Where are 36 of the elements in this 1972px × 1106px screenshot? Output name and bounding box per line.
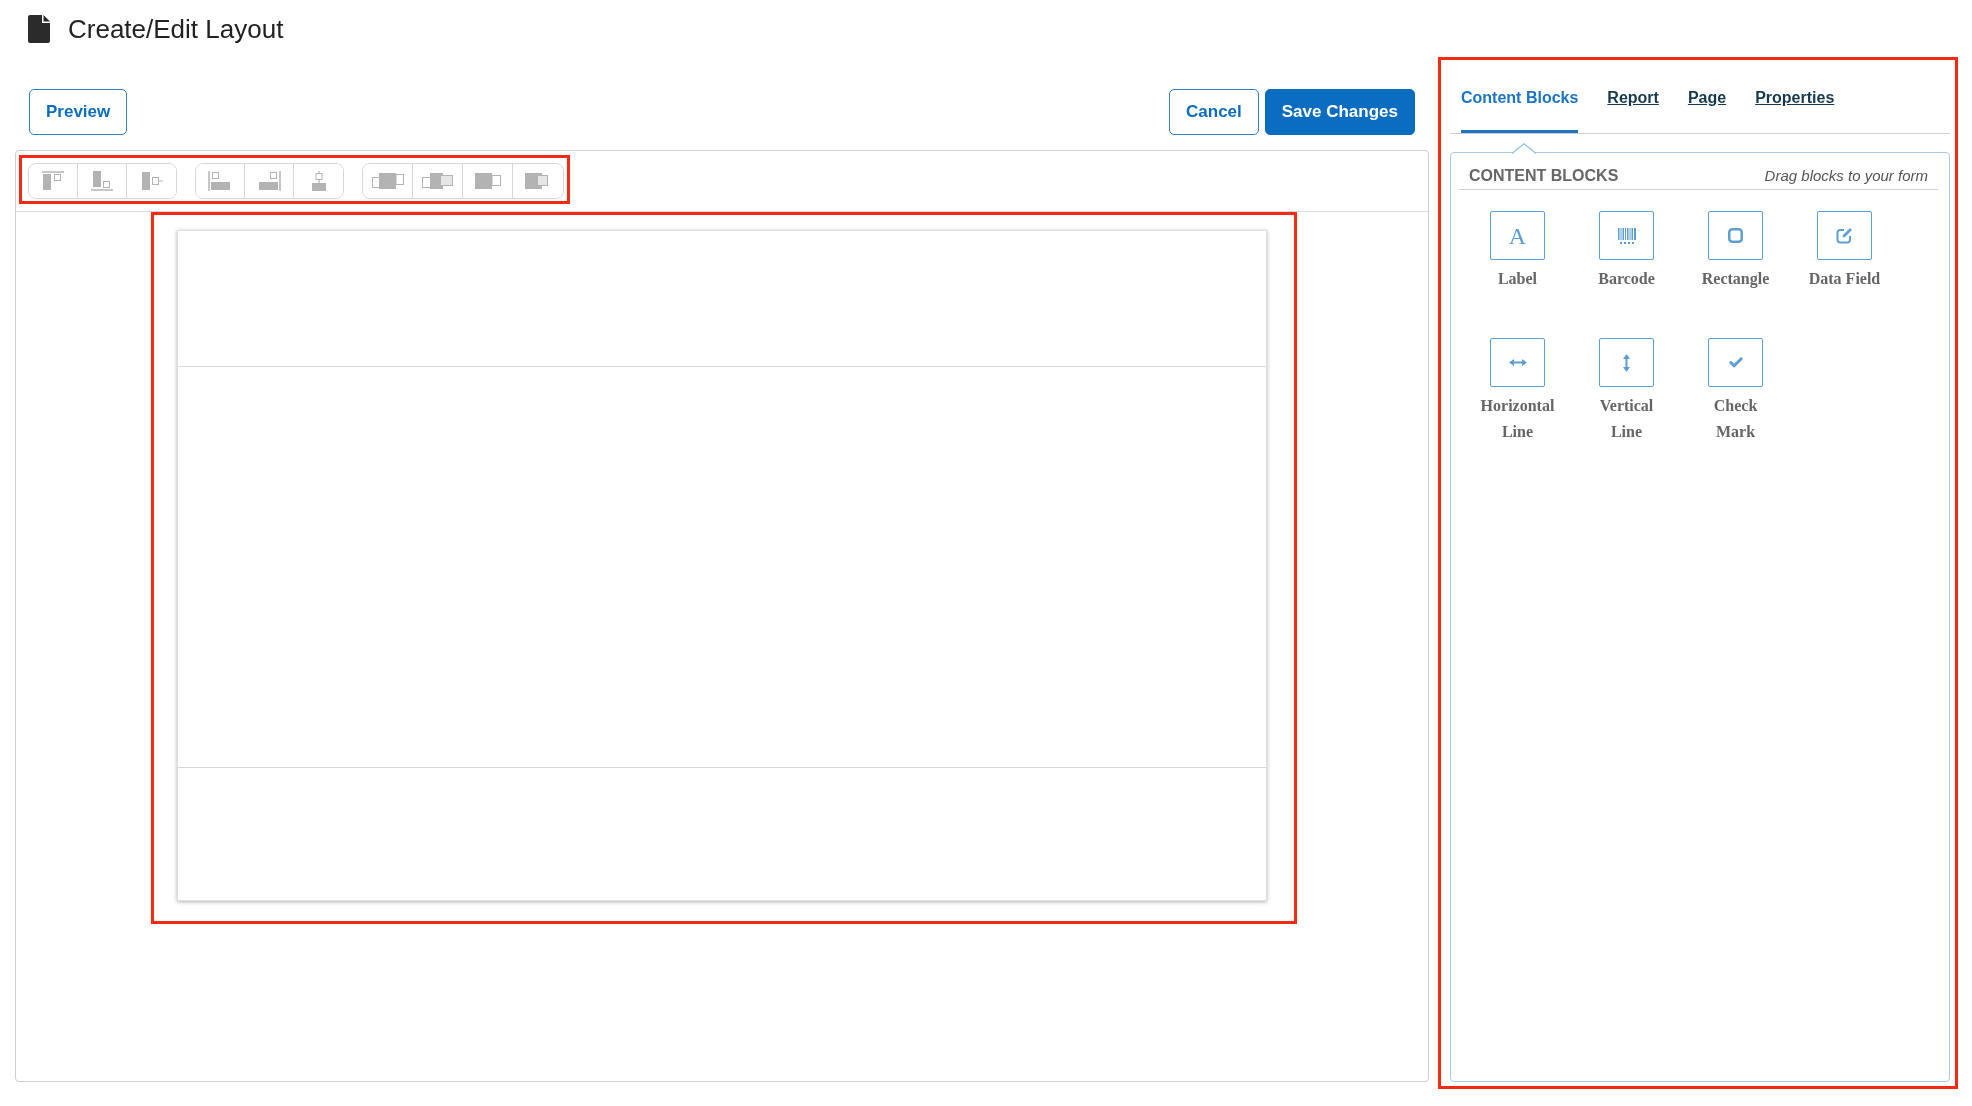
page-title: Create/Edit Layout bbox=[68, 12, 284, 45]
content-block[interactable]: Rectangle bbox=[1694, 211, 1777, 292]
align-top-icon bbox=[41, 171, 65, 191]
edit-icon bbox=[1817, 211, 1872, 260]
align-right-icon bbox=[257, 171, 281, 191]
checkmark-icon bbox=[1708, 338, 1763, 387]
tab[interactable]: Page bbox=[1687, 60, 1727, 133]
hint-text: Drag blocks to your form bbox=[1764, 166, 1928, 186]
save-button[interactable]: Save Changes bbox=[1264, 89, 1415, 135]
content-block[interactable]: Barcode bbox=[1585, 211, 1668, 292]
content-block[interactable]: Check Mark bbox=[1694, 338, 1777, 445]
tab[interactable]: Content Blocks bbox=[1461, 60, 1579, 133]
content-block[interactable]: Vertical Line bbox=[1585, 338, 1668, 445]
section-heading: CONTENT BLOCKS bbox=[1469, 166, 1619, 186]
shapes-stacked-icon bbox=[525, 172, 551, 190]
shapes-overlap-icon bbox=[421, 172, 454, 190]
action-button[interactable]: Preview bbox=[29, 89, 128, 135]
square-icon bbox=[1708, 211, 1763, 260]
content-block[interactable]: A Label bbox=[1476, 211, 1559, 292]
letter-icon: A bbox=[1490, 211, 1545, 260]
toolbar-button[interactable] bbox=[363, 164, 413, 198]
toolbar-button[interactable] bbox=[29, 164, 78, 198]
shapes-adjacent-icon bbox=[474, 172, 501, 190]
toolbar-button[interactable] bbox=[196, 164, 245, 198]
align-middle-icon bbox=[139, 171, 164, 191]
barcode-icon bbox=[1599, 211, 1654, 260]
file-icon bbox=[28, 14, 50, 43]
content-block[interactable]: Horizontal Line bbox=[1476, 338, 1559, 445]
caret-icon bbox=[1512, 143, 1536, 154]
content-block[interactable]: Data Field bbox=[1803, 211, 1886, 292]
tab[interactable]: Report bbox=[1607, 60, 1659, 133]
shapes-spread-icon bbox=[371, 172, 404, 190]
tab[interactable]: Properties bbox=[1755, 60, 1835, 133]
action-button[interactable]: Cancel bbox=[1169, 89, 1259, 135]
align-bottom-icon bbox=[90, 171, 114, 191]
align-left-icon bbox=[208, 171, 232, 191]
